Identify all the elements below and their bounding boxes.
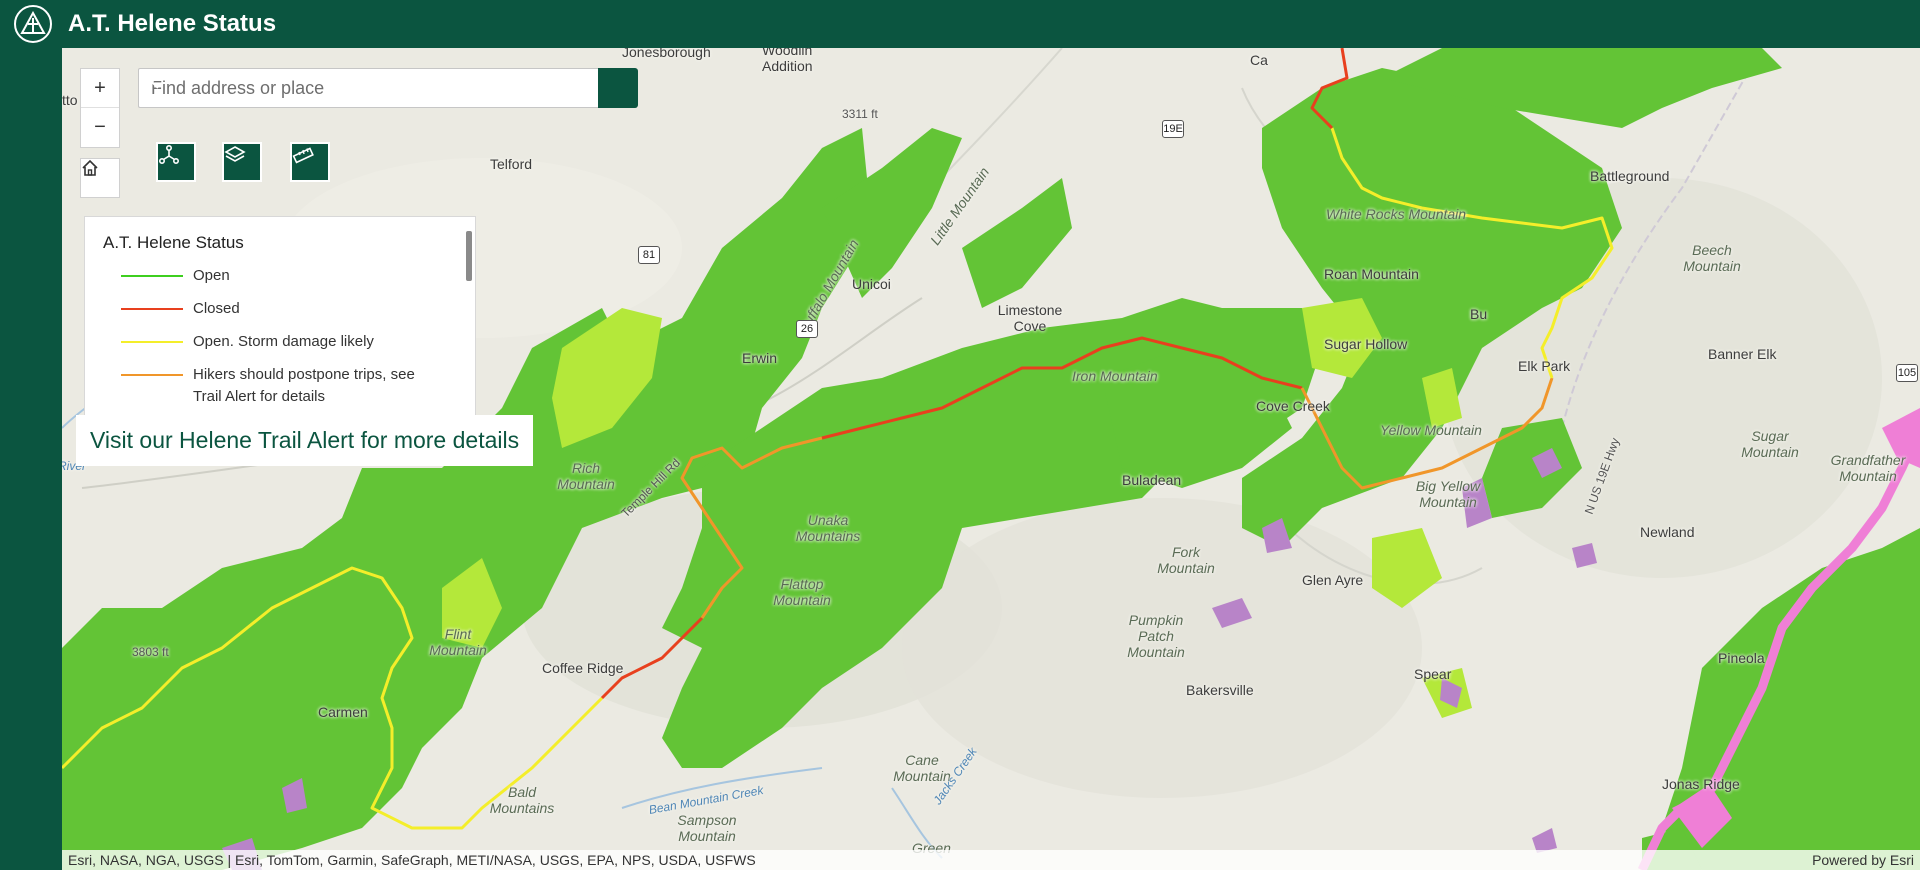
zoom-control: + − xyxy=(80,68,120,148)
map-label: Erwin xyxy=(742,350,778,366)
legend-item-closed: Closed xyxy=(121,298,433,320)
trail-alert-link[interactable]: Visit our Helene Trail Alert for more de… xyxy=(76,415,534,466)
map-label: Cove Creek xyxy=(1256,398,1330,414)
map-label: Unaka Mountains xyxy=(795,512,861,544)
map-label: tto xyxy=(62,92,78,108)
powered-by-link[interactable]: Powered by Esri xyxy=(1812,852,1914,868)
map-label: Limestone Cove xyxy=(997,302,1063,334)
map-label: Grandfather Mountain xyxy=(1830,452,1906,484)
map-label: Ca xyxy=(1250,52,1268,68)
legend-swatch xyxy=(121,308,183,310)
map-label: Glen Ayre xyxy=(1302,572,1364,588)
elevation-label: 3311 ft xyxy=(842,107,878,121)
share-button[interactable] xyxy=(156,142,196,182)
map-label: Buladean xyxy=(1122,472,1182,488)
map-label: Banner Elk xyxy=(1708,346,1777,362)
map-label: Bu xyxy=(1470,306,1488,322)
app-title: A.T. Helene Status xyxy=(68,10,277,37)
search-icon xyxy=(140,70,159,89)
map-label: Jonesborough xyxy=(622,48,711,60)
legend-item-open: Open xyxy=(121,265,433,287)
map-label: Bakersville xyxy=(1186,682,1254,698)
map-label: Pineola xyxy=(1718,650,1765,666)
search-input[interactable] xyxy=(138,68,598,108)
legend-scrollbar[interactable] xyxy=(465,221,473,417)
map-label: Elk Park xyxy=(1518,358,1571,374)
legend-swatch xyxy=(121,275,183,277)
elevation-label: 3803 ft xyxy=(132,645,169,659)
legend-label: Closed xyxy=(193,300,240,317)
search-widget xyxy=(138,68,638,108)
map-label: Spear xyxy=(1414,666,1452,682)
map-label: Telford xyxy=(490,156,533,172)
map-label: Fork Mountain xyxy=(1157,544,1215,576)
home-icon xyxy=(82,159,98,176)
legend-swatch xyxy=(121,374,183,376)
map-label: Woodlin Addition xyxy=(762,48,813,74)
map-label: Bald Mountains xyxy=(489,784,555,816)
app-header: A.T. Helene Status xyxy=(0,0,1920,48)
map-label: Flattop Mountain xyxy=(773,576,831,608)
share-icon xyxy=(158,144,180,165)
map-label: White Rocks Mountain xyxy=(1326,206,1467,222)
legend-swatch xyxy=(121,341,183,343)
map-label: Coffee Ridge xyxy=(542,660,624,676)
legend-label: Hikers should postpone trips, see Trail … xyxy=(193,366,415,405)
route-shield: 26 xyxy=(796,320,818,338)
map-label: Battleground xyxy=(1590,168,1670,184)
map-label: Yellow Mountain xyxy=(1380,422,1482,438)
search-button[interactable] xyxy=(140,68,638,108)
map-label: Unicoi xyxy=(852,276,891,292)
map-label: Flint Mountain xyxy=(429,626,487,658)
map-label: Rich Mountain xyxy=(557,460,615,492)
zoom-out-button[interactable]: − xyxy=(81,108,119,147)
map-label: Pumpkin Patch Mountain xyxy=(1127,612,1185,660)
map-label: Jonas Ridge xyxy=(1662,776,1740,792)
legend-label: Open xyxy=(193,267,230,284)
legend-item-postpone: Hikers should postpone trips, see Trail … xyxy=(121,364,433,408)
map-label: Roan Mountain xyxy=(1324,266,1419,282)
map-view[interactable]: Jonesborough Woodlin Addition Telford Un… xyxy=(62,48,1920,870)
map-label: Beech Mountain xyxy=(1683,242,1741,274)
map-label: Sugar Mountain xyxy=(1741,428,1799,460)
zoom-in-button[interactable]: + xyxy=(81,69,119,108)
measure-button[interactable] xyxy=(290,142,330,182)
map-label: Sampson Mountain xyxy=(677,812,737,844)
route-shield: 81 xyxy=(638,246,660,264)
map-label: Sugar Hollow xyxy=(1324,336,1408,352)
route-shield: 105 xyxy=(1896,364,1918,382)
map-label: Carmen xyxy=(318,704,368,720)
home-button[interactable] xyxy=(80,158,120,198)
legend-item-storm-damage: Open. Storm damage likely xyxy=(121,331,433,353)
layers-button[interactable] xyxy=(222,142,262,182)
map-attribution: Esri, NASA, NGA, USGS | Esri, TomTom, Ga… xyxy=(62,850,1920,870)
map-label: Iron Mountain xyxy=(1072,368,1158,384)
map-label: Big Yellow Mountain xyxy=(1415,478,1481,510)
map-label: Newland xyxy=(1640,524,1695,540)
layers-icon xyxy=(224,146,246,162)
legend-label: Open. Storm damage likely xyxy=(193,333,374,350)
attribution-sources: Esri, NASA, NGA, USGS | Esri, TomTom, Ga… xyxy=(68,852,756,868)
appalachian-trail-logo-icon xyxy=(14,5,52,43)
legend-scroll-thumb[interactable] xyxy=(466,231,472,281)
measure-icon xyxy=(292,147,314,164)
route-shield: 19E xyxy=(1162,120,1184,138)
legend-panel: A.T. Helene Status Open Closed Open. Sto… xyxy=(84,216,476,422)
legend-title: A.T. Helene Status xyxy=(103,233,244,252)
